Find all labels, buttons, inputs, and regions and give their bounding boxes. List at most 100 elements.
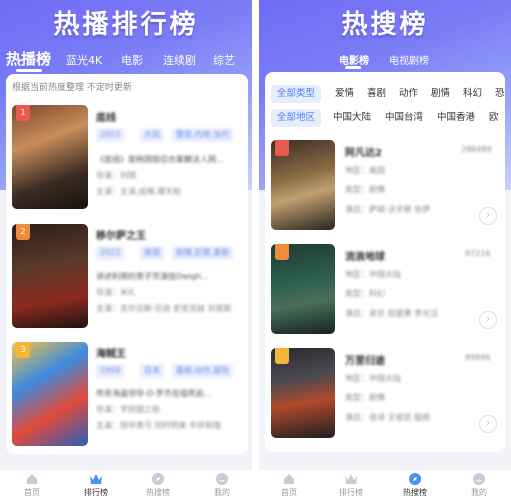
more-icon[interactable]: › xyxy=(479,311,497,329)
rank-badge xyxy=(275,244,289,260)
year-tag: 2022 xyxy=(96,128,125,142)
item-cast: 演员：萨姆·沃辛顿 佐伊 xyxy=(345,205,431,214)
rank-badge xyxy=(275,140,289,156)
item-region: 地区：中国大陆 xyxy=(345,270,401,279)
item-genre: 类型：剧情 xyxy=(345,393,385,402)
rank-badge: 1 xyxy=(16,105,30,121)
filter-region-mainland[interactable]: 中国大陆 xyxy=(327,109,377,127)
nav-home-label: 首页 xyxy=(281,488,297,497)
genre-tag: 警匪,内地,当代 xyxy=(172,128,234,142)
filter-region-europe[interactable]: 欧 xyxy=(483,109,505,127)
hot-search-screen: 热搜榜 电影榜 电视剧榜 全部类型 爱情 喜剧 动作 剧情 科幻 恐 全部地区 … xyxy=(259,0,511,500)
item-title: 海贼王 xyxy=(96,349,126,360)
nav-hot-search[interactable]: 热搜榜 xyxy=(395,472,435,498)
item-title: 阿凡达2 xyxy=(345,148,382,159)
compass-icon xyxy=(152,473,164,485)
item-title: 移尔萨之王 xyxy=(96,231,146,242)
screen-divider xyxy=(252,0,259,500)
crown-icon xyxy=(345,474,357,484)
home-icon xyxy=(284,474,294,484)
crown-icon xyxy=(90,474,102,484)
poster-image: 2 xyxy=(12,224,88,328)
nav-profile-label: 我的 xyxy=(471,488,487,497)
filter-type-romance[interactable]: 爱情 xyxy=(329,85,360,103)
item-genre: 类型：科幻 xyxy=(345,289,385,298)
filter-type-horror[interactable]: 恐 xyxy=(489,85,511,103)
nav-hot-search-label: 热搜榜 xyxy=(146,488,170,497)
item-director: 导演：宇田钢之助 xyxy=(96,405,160,414)
item-description: 《底线》是韩国版综合案籍法人网... xyxy=(96,155,224,164)
item-director: 导演：米扎 xyxy=(96,288,136,297)
genre-tag: 喜剧,动作,冒险 xyxy=(172,364,234,378)
root: 热播排行榜 热播榜 蓝光4K 电影 连续剧 综艺 根据当前热度整理 不定时更新 … xyxy=(0,0,511,500)
hot-score: 288489 xyxy=(461,145,492,154)
item-description: 传奇海盗领导-D-罗杰在临死前... xyxy=(96,389,212,398)
nav-ranking[interactable]: 排行榜 xyxy=(76,472,116,498)
bottom-nav: 首页 排行榜 热搜榜 我的 xyxy=(259,470,511,500)
rank-badge: 2 xyxy=(16,224,30,240)
tab-series[interactable]: 连续剧 xyxy=(163,52,196,68)
filter-type-drama[interactable]: 剧情 xyxy=(425,85,456,103)
filter-type-action[interactable]: 动作 xyxy=(393,85,424,103)
home-icon xyxy=(27,474,37,484)
item-director: 导演：刘国 xyxy=(96,171,136,180)
item-genre: 类型：剧情 xyxy=(345,185,385,194)
filter-region-hongkong[interactable]: 中国香港 xyxy=(431,109,481,127)
update-notice: 根据当前热度整理 不定时更新 xyxy=(12,83,132,93)
active-tab-indicator xyxy=(345,66,361,69)
nav-profile-label: 我的 xyxy=(214,488,230,497)
item-title: 底线 xyxy=(96,113,116,124)
more-icon[interactable]: › xyxy=(479,207,497,225)
tab-tv-chart[interactable]: 电视剧榜 xyxy=(389,52,429,67)
hot-score: 97216 xyxy=(465,249,491,258)
more-icon[interactable]: › xyxy=(479,415,497,433)
nav-home[interactable]: 首页 xyxy=(269,472,309,498)
tab-movie[interactable]: 电影 xyxy=(121,52,143,68)
tab-hot[interactable]: 热播榜 xyxy=(6,48,51,69)
region-tag: 日本 xyxy=(140,364,164,378)
ranking-screen: 热播排行榜 热播榜 蓝光4K 电影 连续剧 综艺 根据当前热度整理 不定时更新 … xyxy=(0,0,252,500)
active-tab-indicator xyxy=(16,69,42,72)
tab-variety[interactable]: 综艺 xyxy=(213,52,235,68)
item-title: 流浪地球 xyxy=(345,252,385,263)
item-cast: 演员：张译 王俊凯 殷桃 xyxy=(345,413,431,422)
nav-ranking[interactable]: 排行榜 xyxy=(331,472,371,498)
poster-image xyxy=(271,140,335,230)
poster-image: 3 xyxy=(12,342,88,446)
item-region: 地区：美国 xyxy=(345,166,385,175)
item-description: 讲述利用的男子凭演技Dwigh... xyxy=(96,272,209,281)
genre-tag: 剧情,犯罪,喜剧 xyxy=(172,246,234,260)
nav-home[interactable]: 首页 xyxy=(12,472,52,498)
hot-score: 89946 xyxy=(465,353,491,362)
poster-image: 1 xyxy=(12,105,88,209)
item-cast: 主演：田中真弓 冈村明美 中井和哉 xyxy=(96,421,222,430)
nav-home-label: 首页 xyxy=(24,488,40,497)
nav-ranking-label: 排行榜 xyxy=(84,488,108,497)
bottom-nav: 首页 排行榜 热搜榜 我的 xyxy=(0,470,252,500)
rank-badge: 3 xyxy=(16,342,30,358)
ranking-tabs: 热播榜 蓝光4K 电影 连续剧 综艺 xyxy=(0,46,252,72)
tab-bluray-4k[interactable]: 蓝光4K xyxy=(66,52,102,68)
filter-type-all[interactable]: 全部类型 xyxy=(271,85,322,103)
filter-type-scifi[interactable]: 科幻 xyxy=(457,85,488,103)
filter-region-taiwan[interactable]: 中国台湾 xyxy=(379,109,429,127)
item-cast: 主演：主演,成楠,爆天粉 xyxy=(96,187,182,196)
tab-movie-chart[interactable]: 电影榜 xyxy=(339,52,369,67)
nav-ranking-label: 排行榜 xyxy=(339,488,363,497)
filter-type-comedy[interactable]: 喜剧 xyxy=(361,85,392,103)
item-cast: 演员：吴京 屈楚萧 李光洁 xyxy=(345,309,439,318)
type-filter-row: 全部类型 爱情 喜剧 动作 剧情 科幻 恐 xyxy=(271,85,505,103)
filter-region-all[interactable]: 全部地区 xyxy=(271,109,322,127)
page-title: 热搜榜 xyxy=(341,10,429,40)
ranking-list: 根据当前热度整理 不定时更新 1 底线 2022 大陆 警匪,内地,当代 《底线… xyxy=(6,74,248,454)
region-tag: 大陆 xyxy=(140,128,164,142)
nav-hot-search[interactable]: 热搜榜 xyxy=(138,472,178,498)
hot-search-list: 全部类型 爱情 喜剧 动作 剧情 科幻 恐 全部地区 中国大陆 中国台湾 中国香… xyxy=(265,72,505,452)
nav-profile[interactable]: 我的 xyxy=(459,472,499,498)
nav-profile[interactable]: 我的 xyxy=(202,472,242,498)
region-filter-row: 全部地区 中国大陆 中国台湾 中国香港 欧 xyxy=(271,109,505,127)
compass-icon xyxy=(409,473,421,485)
year-tag: 2022 xyxy=(96,246,125,260)
item-region: 地区：中国大陆 xyxy=(345,374,401,383)
poster-image xyxy=(271,244,335,334)
